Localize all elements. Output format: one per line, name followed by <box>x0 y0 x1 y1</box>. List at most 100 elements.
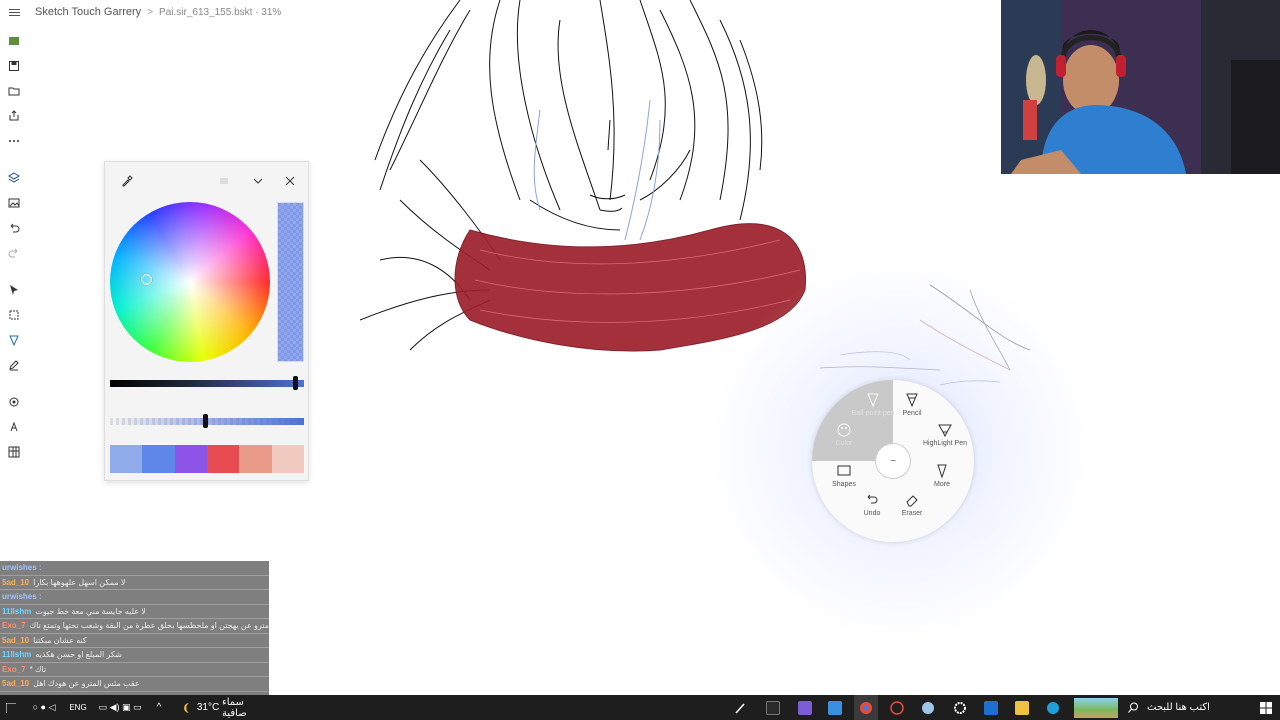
windows-start-icon[interactable] <box>1256 695 1276 720</box>
more-icon[interactable] <box>7 134 21 148</box>
search-placeholder: اكتب هنا للبحث <box>1147 702 1210 713</box>
chat-message: 5ad_10 كنه عشان مبكتنا <box>0 634 269 648</box>
chat-text: كنه عشان مبكتنا <box>33 635 87 645</box>
close-icon[interactable] <box>283 174 297 188</box>
pencil-label: Pencil <box>902 410 922 417</box>
radial-tool-menu: Ball-point pen Pencil HighLight Pen Colo… <box>812 380 974 542</box>
steam-app-icon[interactable] <box>916 695 940 720</box>
chat-message: Exo_7 تاك * <box>0 663 269 677</box>
file-explorer-app-icon[interactable] <box>1010 695 1034 720</box>
system-tray-icon[interactable] <box>4 695 18 720</box>
chat-username: 11Ilshm <box>2 606 32 616</box>
eyedropper-icon[interactable] <box>120 174 134 188</box>
select-icon[interactable] <box>7 283 21 297</box>
webcam-overlay <box>1001 0 1280 174</box>
chat-message: urwishes : <box>0 561 269 576</box>
ballpoint-pen-label: Ball-point pen <box>851 410 895 417</box>
canvas-sketch[interactable] <box>360 0 820 360</box>
undo-icon[interactable] <box>7 221 21 235</box>
stamp-icon[interactable] <box>7 395 21 409</box>
chat-username: 5ad_10 <box>2 635 30 645</box>
language-indicator[interactable]: ENG <box>69 695 86 720</box>
search-highlight-image[interactable] <box>1072 695 1120 720</box>
chat-text: عقب مئس المترو عن هودك اهل <box>33 679 140 689</box>
undo-label: Undo <box>863 510 881 517</box>
rectangle-icon <box>837 465 851 476</box>
chevron-up-icon[interactable]: ^ <box>152 695 166 720</box>
breadcrumb-separator-icon: > <box>147 6 154 18</box>
gallery-icon[interactable] <box>7 196 21 210</box>
color-wheel[interactable] <box>110 202 270 362</box>
sketch-app-window: Sketch Touch Garrery > Pai.sir_613_155.b… <box>0 0 1280 720</box>
brightness-slider[interactable] <box>110 376 304 390</box>
brightness-slider-thumb[interactable] <box>293 376 298 390</box>
color-picker-header <box>105 162 310 198</box>
more-label: More <box>934 481 950 488</box>
text-icon[interactable] <box>7 420 21 434</box>
shapes-button[interactable]: Shapes <box>821 463 867 488</box>
menu-icon[interactable] <box>0 0 28 24</box>
tray-icons[interactable]: ▭ ◀) ▣ ▭ <box>90 695 150 720</box>
color-swatch[interactable] <box>110 445 143 473</box>
notification-area[interactable]: ○ ● ◁ <box>20 695 68 720</box>
weather-temp[interactable]: 31°C <box>196 695 220 720</box>
settings-app-icon[interactable] <box>948 695 972 720</box>
pen-app-icon[interactable] <box>729 695 753 720</box>
highlight-pen-button[interactable]: HighLight Pen <box>919 422 971 447</box>
sketch-app-icon[interactable] <box>885 695 909 720</box>
layers-icon[interactable] <box>7 171 21 185</box>
edge-app-icon[interactable] <box>1041 695 1065 720</box>
eraser-label: Eraser <box>901 510 923 517</box>
color-swatches <box>110 445 304 473</box>
eraser-icon <box>906 495 918 507</box>
color-swatch[interactable] <box>239 445 272 473</box>
chat-text: ياك مترو عن بهجتن او ملحظسها بحلق عطرة م… <box>29 621 269 631</box>
more-button[interactable]: More <box>919 463 965 488</box>
sticky-note-icon[interactable] <box>7 34 21 48</box>
export-icon[interactable] <box>7 109 21 123</box>
discord-app-icon[interactable] <box>793 695 817 720</box>
redo-icon[interactable] <box>7 246 21 260</box>
pencil-icon <box>906 393 918 408</box>
color-button[interactable]: Color <box>821 422 867 447</box>
file-name: Pai.sir_613_155.bskt · 31% <box>159 6 282 18</box>
chat-message: 5ad_10 عقب مئس المترو عن هودك اهل <box>0 677 269 692</box>
chat-username: Exo_7 <box>2 664 26 674</box>
open-folder-icon[interactable] <box>7 84 21 98</box>
search-icon <box>1128 702 1138 713</box>
search-box[interactable]: اكتب هنا للبحث <box>1128 695 1250 720</box>
lasso-icon[interactable] <box>7 308 21 322</box>
outlook-app-icon[interactable] <box>979 695 1003 720</box>
weather-text[interactable]: سماء صافية <box>222 695 270 720</box>
weather-icon <box>178 695 196 720</box>
current-tool-indicator[interactable]: ~ <box>875 443 911 479</box>
chat-message: 11Ilshm شكر المبلغ او حسن هكذيه <box>0 648 269 663</box>
opacity-slider-thumb[interactable] <box>203 414 208 428</box>
color-swatch[interactable] <box>206 445 240 473</box>
chrome-app-icon[interactable] <box>854 695 878 720</box>
color-swatch[interactable] <box>142 445 175 473</box>
chat-username: 11Ilshm <box>2 650 32 660</box>
more-pen-icon <box>937 464 947 479</box>
highlight-pen-icon <box>938 424 952 438</box>
chat-message: 11Ilshm لا عليه جايسة مني معة خط جيوت <box>0 605 269 619</box>
app-title: Sketch Touch Garrery <box>35 6 142 18</box>
pencil-button[interactable]: Pencil <box>889 392 935 417</box>
store-app-icon[interactable] <box>823 695 847 720</box>
eraser-button[interactable]: Eraser <box>889 492 935 517</box>
current-color-preview <box>277 202 304 362</box>
color-swatch[interactable] <box>174 445 207 473</box>
highlight-pen-label: HighLight Pen <box>923 440 967 447</box>
obs-app-icon[interactable] <box>761 695 785 720</box>
edit-icon[interactable] <box>7 358 21 372</box>
opacity-slider[interactable] <box>110 414 304 428</box>
color-swatch[interactable] <box>271 445 304 473</box>
pen-icon[interactable] <box>7 333 21 347</box>
palette-mode-icon[interactable] <box>217 174 231 188</box>
grid-icon[interactable] <box>7 445 21 459</box>
chevron-down-icon[interactable] <box>251 174 265 188</box>
streamer-video-icon <box>1001 0 1280 174</box>
color-wheel-handle[interactable] <box>141 274 152 285</box>
color-label: Color <box>835 440 853 447</box>
save-icon[interactable] <box>7 59 21 73</box>
